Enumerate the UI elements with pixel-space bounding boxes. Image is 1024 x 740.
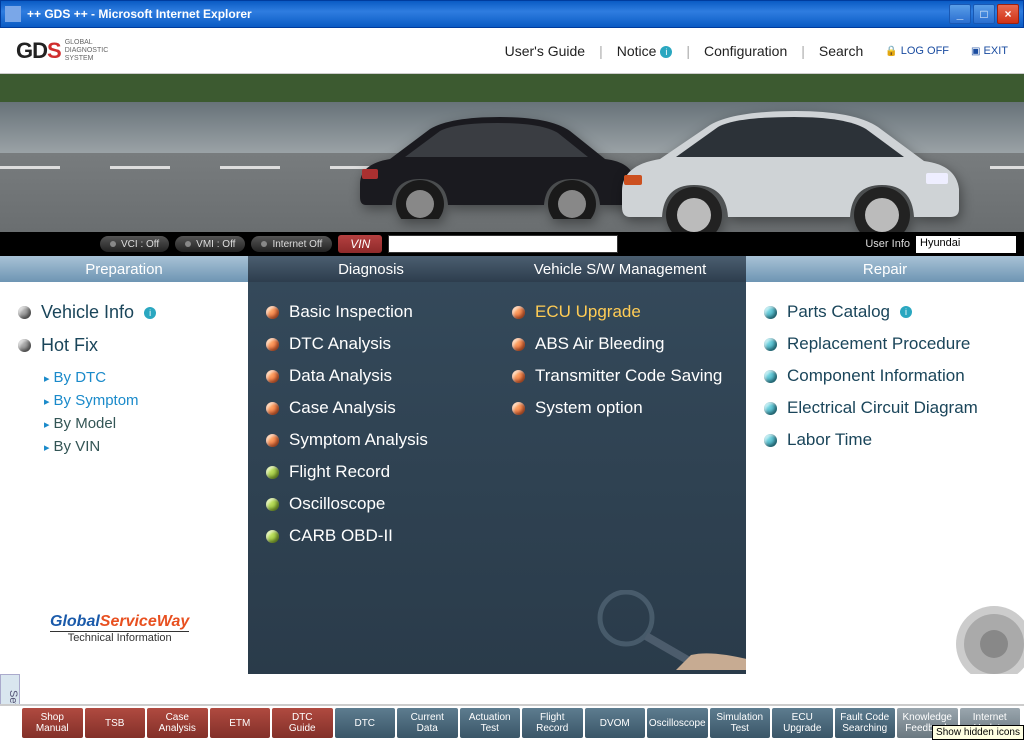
btn-flight-record[interactable]: FlightRecord (522, 708, 583, 738)
global-service-way[interactable]: GlobalServiceWay Technical Information (50, 613, 189, 644)
nav-notice[interactable]: Notice i (617, 43, 673, 59)
col-vsw: ECU Upgrade ABS Air Bleeding Transmitter… (494, 282, 746, 674)
btn-shop-manual[interactable]: ShopManual (22, 708, 83, 738)
col-diagnosis: Basic Inspection DTC Analysis Data Analy… (248, 282, 494, 674)
item-parts-catalog[interactable]: Parts Catalog i (764, 296, 1006, 328)
logo-subtitle: GLOBALDIAGNOSTICSYSTEM (65, 39, 109, 63)
logo-text: GD (16, 38, 47, 63)
show-hidden-icons-tooltip: Show hidden icons (932, 725, 1024, 740)
logoff-link[interactable]: 🔒 LOG OFF (885, 45, 949, 57)
item-vehicle-info[interactable]: Vehicle Info i (18, 296, 230, 329)
btn-fault-code-search[interactable]: Fault CodeSearching (835, 708, 896, 738)
col-header-diagnosis: Diagnosis (248, 256, 494, 282)
col-preparation: Vehicle Info i Hot Fix By DTC By Symptom… (0, 282, 248, 674)
item-electrical-diagram[interactable]: Electrical Circuit Diagram (764, 392, 1006, 424)
item-system-option[interactable]: System option (512, 392, 728, 424)
btn-case-analysis[interactable]: CaseAnalysis (147, 708, 208, 738)
nav-search[interactable]: Search (819, 43, 863, 59)
item-transmitter-code[interactable]: Transmitter Code Saving (512, 360, 728, 392)
topnav: User's Guide | Notice i | Configuration … (505, 43, 1008, 59)
item-carb-obd2[interactable]: CARB OBD-II (266, 520, 476, 552)
item-oscilloscope[interactable]: Oscilloscope (266, 488, 476, 520)
car-image-black (350, 109, 640, 224)
btn-dtc[interactable]: DTC (335, 708, 396, 738)
brake-disc-deco (944, 594, 1024, 674)
magnifier-deco (556, 590, 756, 670)
logo-accent: S (47, 38, 61, 63)
nav-users-guide[interactable]: User's Guide (505, 43, 585, 59)
nav-configuration[interactable]: Configuration (704, 43, 787, 59)
col-header-preparation: Preparation (0, 256, 248, 282)
info-icon: i (144, 307, 156, 319)
item-hotfix[interactable]: Hot Fix (18, 329, 230, 362)
column-headers: Preparation Diagnosis Vehicle S/W Manage… (0, 256, 1024, 282)
btn-current-data[interactable]: CurrentData (397, 708, 458, 738)
btn-etm[interactable]: ETM (210, 708, 271, 738)
close-button[interactable]: × (997, 4, 1019, 24)
btn-dvom[interactable]: DVOM (585, 708, 646, 738)
item-flight-record[interactable]: Flight Record (266, 456, 476, 488)
item-basic-inspection[interactable]: Basic Inspection (266, 296, 476, 328)
sub-by-vin[interactable]: By VIN (44, 435, 230, 458)
window-title: ++ GDS ++ - Microsoft Internet Explorer (27, 7, 252, 21)
col-repair: Parts Catalog i Replacement Procedure Co… (746, 282, 1024, 674)
maximize-button[interactable]: □ (973, 4, 995, 24)
item-symptom-analysis[interactable]: Symptom Analysis (266, 424, 476, 456)
item-dtc-analysis[interactable]: DTC Analysis (266, 328, 476, 360)
window-titlebar: ++ GDS ++ - Microsoft Internet Explorer … (0, 0, 1024, 28)
statusbar: VCI : Off VMI : Off Internet Off VIN Use… (0, 232, 1024, 256)
exit-link[interactable]: ▣ EXIT (971, 45, 1008, 57)
banner (0, 74, 1024, 232)
col-header-vsw: Vehicle S/W Management (494, 256, 746, 282)
sub-by-dtc[interactable]: By DTC (44, 366, 230, 389)
app-icon (5, 6, 21, 22)
vin-label: VIN (338, 235, 382, 253)
userinfo-value: Hyundai (916, 236, 1016, 253)
logo: GDS GLOBALDIAGNOSTICSYSTEM (16, 38, 108, 64)
internet-status: Internet Off (251, 236, 332, 252)
main-columns: Vehicle Info i Hot Fix By DTC By Symptom… (0, 282, 1024, 674)
item-case-analysis[interactable]: Case Analysis (266, 392, 476, 424)
lock-icon: 🔒 (885, 46, 897, 57)
item-abs-bleeding[interactable]: ABS Air Bleeding (512, 328, 728, 360)
vci-status: VCI : Off (100, 236, 169, 252)
car-image-silver (614, 103, 964, 232)
btn-tsb[interactable]: TSB (85, 708, 146, 738)
btn-ecu-upgrade[interactable]: ECUUpgrade (772, 708, 833, 738)
btn-actuation-test[interactable]: ActuationTest (460, 708, 521, 738)
info-icon: i (660, 46, 672, 58)
btn-oscilloscope[interactable]: Oscilloscope (647, 708, 708, 738)
btn-simulation-test[interactable]: SimulationTest (710, 708, 771, 738)
item-labor-time[interactable]: Labor Time (764, 424, 1006, 456)
userinfo-label: User Info (865, 238, 910, 250)
minimize-button[interactable]: _ (949, 4, 971, 24)
btn-dtc-guide[interactable]: DTCGuide (272, 708, 333, 738)
info-icon: i (900, 306, 912, 318)
x-icon: ▣ (971, 46, 980, 57)
vmi-status: VMI : Off (175, 236, 245, 252)
item-component-info[interactable]: Component Information (764, 360, 1006, 392)
item-replacement-procedure[interactable]: Replacement Procedure (764, 328, 1006, 360)
item-ecu-upgrade[interactable]: ECU Upgrade (512, 296, 728, 328)
col-header-repair: Repair (746, 256, 1024, 282)
item-data-analysis[interactable]: Data Analysis (266, 360, 476, 392)
bottombar: ShopManual TSB CaseAnalysis ETM DTCGuide… (0, 704, 1024, 740)
vin-input[interactable] (388, 235, 618, 253)
sub-by-symptom[interactable]: By Symptom (44, 389, 230, 412)
topbar: GDS GLOBALDIAGNOSTICSYSTEM User's Guide … (0, 28, 1024, 74)
sub-by-model[interactable]: By Model (44, 412, 230, 435)
app-frame: GDS GLOBALDIAGNOSTICSYSTEM User's Guide … (0, 28, 1024, 740)
